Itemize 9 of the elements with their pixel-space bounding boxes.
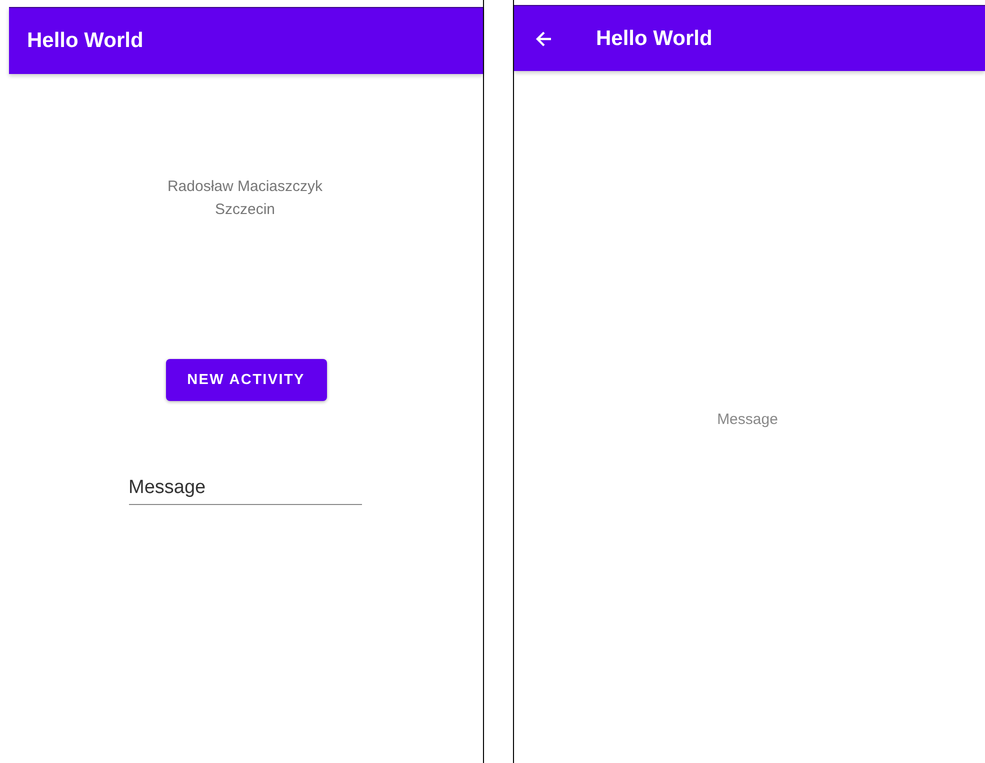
new-activity-button[interactable]: NEW ACTIVITY [166, 359, 326, 401]
info-text: Radosław Maciaszczyk [167, 177, 323, 197]
app-title: Hello World [596, 26, 712, 50]
back-arrow-icon [534, 28, 554, 48]
message-text: Message [717, 411, 778, 428]
info-text: Szczecin [214, 200, 276, 220]
message-input-field[interactable]: Message [128, 475, 362, 505]
back-button[interactable] [534, 28, 554, 48]
app-title: Hello World [27, 29, 144, 53]
